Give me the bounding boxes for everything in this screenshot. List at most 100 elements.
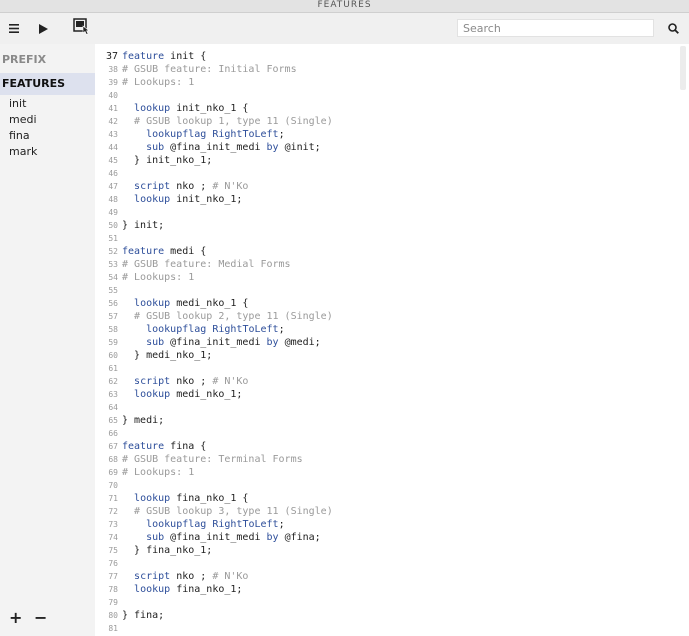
line-code: feature init { <box>122 51 207 62</box>
code-line[interactable]: 66 <box>95 427 685 440</box>
line-code: script nko ; # N'Ko <box>134 571 249 582</box>
line-number: 58 <box>108 325 118 334</box>
line-code: feature medi { <box>122 246 207 257</box>
line-number: 81 <box>108 624 118 633</box>
line-number: 73 <box>108 520 118 529</box>
code-line[interactable]: 58 lookupflag RightToLeft; <box>95 323 685 336</box>
magnifier-icon[interactable] <box>664 13 682 44</box>
line-number: 72 <box>108 507 118 516</box>
code-line[interactable]: 42 # GSUB lookup 1, type 11 (Single) <box>95 115 685 128</box>
code-line[interactable]: 69 # Lookups: 1 <box>95 466 685 479</box>
code-line[interactable]: 62 script nko ; # N'Ko <box>95 375 685 388</box>
line-code: # GSUB feature: Terminal Forms <box>122 454 303 465</box>
code-line[interactable]: 56 lookup medi_nko_1 { <box>95 297 685 310</box>
sidebar-section-features[interactable]: FEATURES <box>0 73 95 95</box>
hamburger-menu-icon[interactable] <box>4 13 24 44</box>
toolbar <box>0 13 689 44</box>
code-line[interactable]: 54 # Lookups: 1 <box>95 271 685 284</box>
sidebar-item-fina[interactable]: fina <box>9 128 30 144</box>
line-number: 57 <box>108 312 118 321</box>
code-line[interactable]: 59 sub @fina_init_medi by @medi; <box>95 336 685 349</box>
play-icon[interactable] <box>34 13 52 44</box>
code-line[interactable]: 45 } init_nko_1; <box>95 154 685 167</box>
line-number: 75 <box>108 546 118 555</box>
search-input[interactable] <box>457 19 654 37</box>
line-code: lookupflag RightToLeft; <box>146 324 285 335</box>
line-code: # GSUB feature: Medial Forms <box>122 259 291 270</box>
code-line[interactable]: 37 feature init { <box>95 50 685 63</box>
line-number: 77 <box>108 572 118 581</box>
sidebar: PREFIX FEATURES init medi fina mark <box>0 44 95 636</box>
editor-scrollbar[interactable] <box>680 46 686 90</box>
code-line[interactable]: 61 <box>95 362 685 375</box>
code-line[interactable]: 63 lookup medi_nko_1; <box>95 388 685 401</box>
line-code: lookup medi_nko_1 { <box>134 298 249 309</box>
line-number: 42 <box>108 117 118 126</box>
code-line[interactable]: 80} fina; <box>95 609 685 622</box>
line-number: 80 <box>108 611 118 620</box>
sidebar-item-medi[interactable]: medi <box>9 112 37 128</box>
code-line[interactable]: 52 feature medi { <box>95 245 685 258</box>
code-line[interactable]: 38 # GSUB feature: Initial Forms <box>95 63 685 76</box>
code-line[interactable]: 49 <box>95 206 685 219</box>
line-number: 41 <box>108 104 118 113</box>
line-number: 46 <box>108 169 118 178</box>
line-code: } medi_nko_1; <box>122 350 213 361</box>
code-line[interactable]: 51 <box>95 232 685 245</box>
sidebar-item-init[interactable]: init <box>9 96 26 112</box>
code-line[interactable]: 55 <box>95 284 685 297</box>
code-line[interactable]: 50 } init; <box>95 219 685 232</box>
code-line[interactable]: 57 # GSUB lookup 2, type 11 (Single) <box>95 310 685 323</box>
code-line[interactable]: 43 lookupflag RightToLeft; <box>95 128 685 141</box>
code-line[interactable]: 44 sub @fina_init_medi by @init; <box>95 141 685 154</box>
line-number: 55 <box>108 286 118 295</box>
line-number: 63 <box>108 390 118 399</box>
line-number: 49 <box>108 208 118 217</box>
add-button[interactable]: + <box>9 610 22 626</box>
code-editor[interactable]: 37 feature init {38 # GSUB feature: Initia… <box>95 44 689 636</box>
line-number: 40 <box>108 91 118 100</box>
code-line[interactable]: 65} medi; <box>95 414 685 427</box>
line-code: # Lookups: 1 <box>122 272 195 283</box>
line-number: 59 <box>108 338 118 347</box>
line-number: 60 <box>108 351 118 360</box>
code-line[interactable]: 39 # Lookups: 1 <box>95 76 685 89</box>
line-code: lookupflag RightToLeft; <box>146 519 285 530</box>
line-number: 44 <box>108 143 118 152</box>
line-number: 50 <box>108 221 118 230</box>
code-line[interactable]: 71 lookup fina_nko_1 { <box>95 492 685 505</box>
code-line[interactable]: 79 <box>95 596 685 609</box>
code-line[interactable]: 64 <box>95 401 685 414</box>
code-line[interactable]: 68 # GSUB feature: Terminal Forms <box>95 453 685 466</box>
line-number: 39 <box>108 78 118 87</box>
code-line[interactable]: 72 # GSUB lookup 3, type 11 (Single) <box>95 505 685 518</box>
code-line[interactable]: 67 feature fina { <box>95 440 685 453</box>
line-code: } init; <box>122 220 165 231</box>
code-line[interactable]: 81 <box>95 622 685 635</box>
line-number: 76 <box>108 559 118 568</box>
code-line[interactable]: 53 # GSUB feature: Medial Forms <box>95 258 685 271</box>
panel-cursor-icon[interactable] <box>71 11 93 42</box>
code-line[interactable]: 74 sub @fina_init_medi by @fina; <box>95 531 685 544</box>
sidebar-item-mark[interactable]: mark <box>9 144 37 160</box>
code-line[interactable]: 70 <box>95 479 685 492</box>
line-number: 70 <box>108 481 118 490</box>
code-line[interactable]: 75 } fina_nko_1; <box>95 544 685 557</box>
code-line[interactable]: 48 lookup init_nko_1; <box>95 193 685 206</box>
code-line[interactable]: 40 <box>95 89 685 102</box>
code-line[interactable]: 73 lookupflag RightToLeft; <box>95 518 685 531</box>
code-line[interactable]: 76 <box>95 557 685 570</box>
remove-button[interactable]: − <box>34 610 47 626</box>
code-line[interactable]: 60 } medi_nko_1; <box>95 349 685 362</box>
sidebar-section-prefix[interactable]: PREFIX <box>0 49 95 71</box>
line-code: script nko ; # N'Ko <box>134 376 249 387</box>
code-line[interactable]: 47 script nko ; # N'Ko <box>95 180 685 193</box>
code-line[interactable]: 77 script nko ; # N'Ko <box>95 570 685 583</box>
line-code: # GSUB lookup 1, type 11 (Single) <box>134 116 333 127</box>
line-code: lookup fina_nko_1 { <box>134 493 249 504</box>
line-number: 51 <box>108 234 118 243</box>
code-line[interactable]: 46 <box>95 167 685 180</box>
code-line[interactable]: 78 lookup fina_nko_1; <box>95 583 685 596</box>
code-line[interactable]: 41 lookup init_nko_1 { <box>95 102 685 115</box>
line-code: sub @fina_init_medi by @fina; <box>146 532 321 543</box>
